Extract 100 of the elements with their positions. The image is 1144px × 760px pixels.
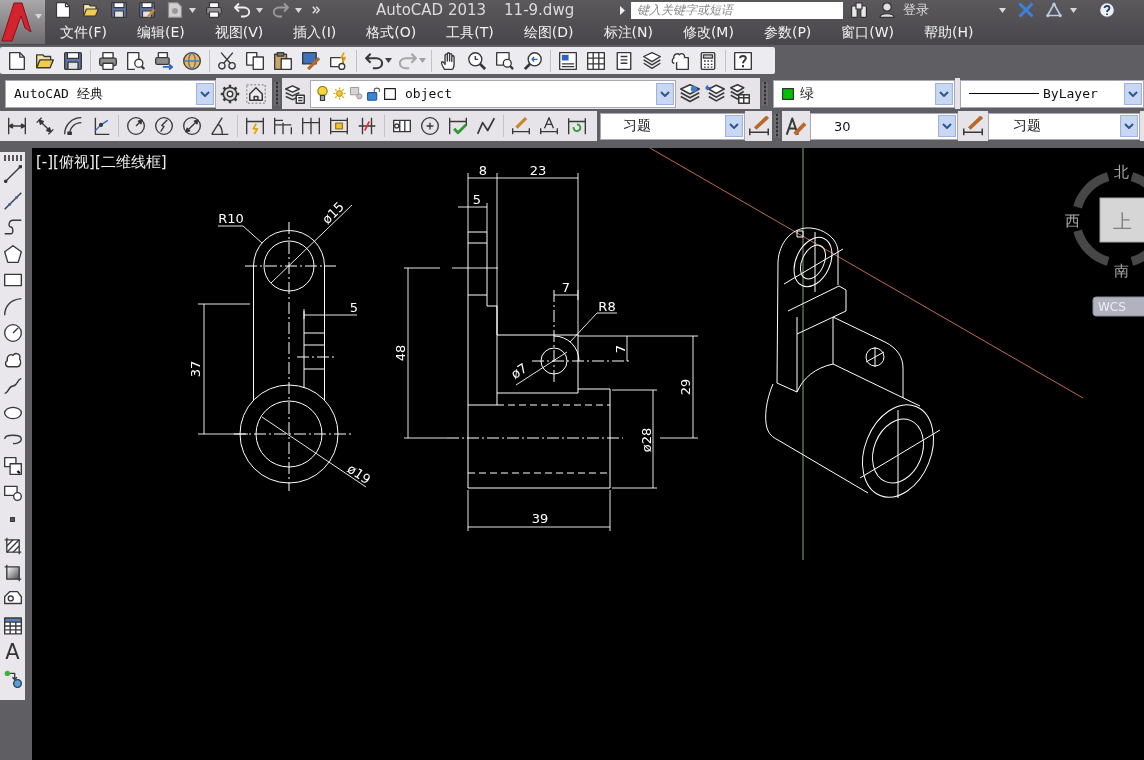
check-dimension-icon[interactable] [449, 117, 467, 135]
radius-icon[interactable] [127, 117, 145, 135]
insert-block-icon[interactable] [3, 456, 22, 475]
table-icon[interactable] [3, 616, 22, 635]
compass-label[interactable]: 西 [1064, 212, 1080, 230]
workspace-dropdown[interactable]: AutoCAD 经典 [5, 79, 216, 108]
sheet-stack-icon[interactable] [643, 51, 661, 70]
menu-item[interactable]: 绘图(D) [523, 23, 574, 42]
aligned-dimension-icon[interactable] [36, 117, 54, 135]
linetype-dropdown[interactable]: ByLayer [960, 79, 1144, 108]
refresh-dimension-icon[interactable] [568, 117, 586, 135]
dimension-style-dropdown[interactable]: 习题 [988, 112, 1140, 140]
color-swatch-icon[interactable] [384, 87, 396, 100]
caret-icon[interactable] [385, 58, 392, 63]
pentagon-icon[interactable] [3, 244, 22, 263]
toolbar-grip[interactable] [274, 81, 280, 106]
caret-icon[interactable] [256, 7, 263, 13]
menu-item[interactable]: 工具(T) [446, 23, 494, 42]
layers-arrow-icon[interactable] [705, 83, 725, 104]
brush-dimension-icon[interactable] [963, 116, 983, 136]
text-style-dropdown[interactable]: 30 [810, 112, 958, 140]
gear-icon[interactable] [220, 83, 240, 104]
user-icon[interactable] [879, 2, 896, 18]
page-magnifier-icon[interactable] [127, 51, 145, 70]
triangle-right-icon[interactable] [620, 5, 626, 15]
paintbrush-icon[interactable] [302, 51, 320, 70]
chevron-down-icon[interactable] [1124, 82, 1142, 105]
new-file-icon[interactable] [8, 51, 26, 70]
binoculars-icon[interactable] [851, 2, 868, 18]
properties-panel-icon[interactable] [559, 51, 577, 70]
chevron-down-icon[interactable] [938, 115, 956, 137]
hand-icon[interactable] [440, 51, 458, 70]
calculator-icon[interactable] [699, 51, 717, 70]
light-bulb-icon[interactable] [316, 86, 329, 101]
brush-dimension-icon[interactable] [748, 116, 769, 136]
line-icon[interactable] [3, 165, 22, 183]
caret-icon[interactable] [999, 7, 1007, 13]
grid-panel-icon[interactable] [587, 51, 605, 70]
triangle-network-icon[interactable] [1044, 2, 1065, 18]
block-icon[interactable] [3, 483, 22, 501]
double-chevron-icon[interactable] [312, 6, 320, 14]
scissors-icon[interactable] [218, 51, 236, 70]
dimension-space-icon[interactable] [330, 117, 348, 135]
jogged-radius-icon[interactable] [155, 117, 173, 135]
layer-dropdown[interactable]: object [310, 79, 676, 108]
lightning-dimension-icon[interactable] [246, 117, 264, 135]
color-dropdown[interactable]: 绿 [773, 79, 955, 108]
lightning-box-icon[interactable] [330, 51, 348, 70]
point-icon[interactable] [10, 516, 15, 522]
rectangle-icon[interactable] [3, 271, 22, 289]
viewport-controls[interactable]: [-][俯视][二维线框] [36, 153, 167, 171]
caret-icon[interactable] [295, 7, 302, 13]
copy-pages-icon[interactable] [246, 51, 264, 70]
printer-arrow-icon[interactable] [155, 51, 173, 70]
menu-item[interactable]: 标注(N) [603, 23, 653, 42]
caret-icon[interactable] [189, 7, 196, 13]
pencil-dimension-icon[interactable] [512, 117, 530, 135]
caret-icon[interactable] [1070, 7, 1078, 13]
menu-item[interactable]: 文件(F) [60, 23, 107, 42]
dimension-style-dropdown[interactable]: 习题 [600, 112, 745, 140]
toolbar-grip[interactable] [3, 155, 22, 161]
new-file-icon[interactable] [55, 2, 71, 18]
menu-item[interactable]: 视图(V) [214, 23, 264, 42]
arc-length-icon[interactable] [64, 117, 82, 135]
folder-icon[interactable] [36, 51, 54, 70]
zigzag-line-icon[interactable] [477, 117, 495, 135]
house-icon[interactable] [246, 83, 266, 104]
globe-icon[interactable] [183, 51, 201, 70]
menu-item[interactable]: 插入(I) [293, 23, 337, 42]
redo-arrow-icon[interactable] [273, 2, 289, 18]
help-icon[interactable] [734, 51, 752, 70]
letter-dimension-icon[interactable] [540, 117, 558, 135]
polyline-icon[interactable] [3, 218, 22, 236]
dimension-break-icon[interactable] [358, 117, 376, 135]
menu-item[interactable]: 窗口(W) [841, 23, 895, 42]
text-tool-button[interactable]: A [2, 641, 23, 663]
floppy-pencil-icon[interactable] [139, 2, 155, 18]
sign-in-link[interactable]: 登录 [903, 1, 930, 19]
palette-icon[interactable] [615, 51, 633, 70]
cloud-icon[interactable] [3, 350, 22, 369]
arc-icon[interactable] [3, 297, 22, 316]
printer-icon[interactable] [99, 51, 117, 70]
application-menu-button[interactable] [0, 0, 45, 44]
folder-icon[interactable] [83, 2, 99, 18]
ordinate-dimension-icon[interactable] [92, 117, 110, 135]
magnifier-icon[interactable] [468, 51, 486, 70]
color-swatch-icon[interactable] [782, 87, 794, 100]
line-sample-icon[interactable] [969, 92, 1039, 95]
search-field[interactable]: 键入关键字或短语 [631, 1, 844, 19]
document-icon[interactable] [167, 2, 183, 18]
tolerance-frame-icon[interactable] [393, 117, 411, 135]
toolbar-grip[interactable] [774, 114, 780, 138]
help-icon[interactable] [1099, 2, 1116, 18]
clipboard-icon[interactable] [274, 51, 292, 70]
baseline-dimension-icon[interactable] [274, 117, 292, 135]
compass-label[interactable]: 北 [1113, 163, 1129, 181]
toolbar-grip[interactable] [762, 81, 768, 106]
menu-item[interactable]: 格式(O) [366, 23, 417, 42]
linear-dimension-icon[interactable] [8, 117, 26, 135]
menu-item[interactable]: 修改(M) [682, 23, 734, 42]
